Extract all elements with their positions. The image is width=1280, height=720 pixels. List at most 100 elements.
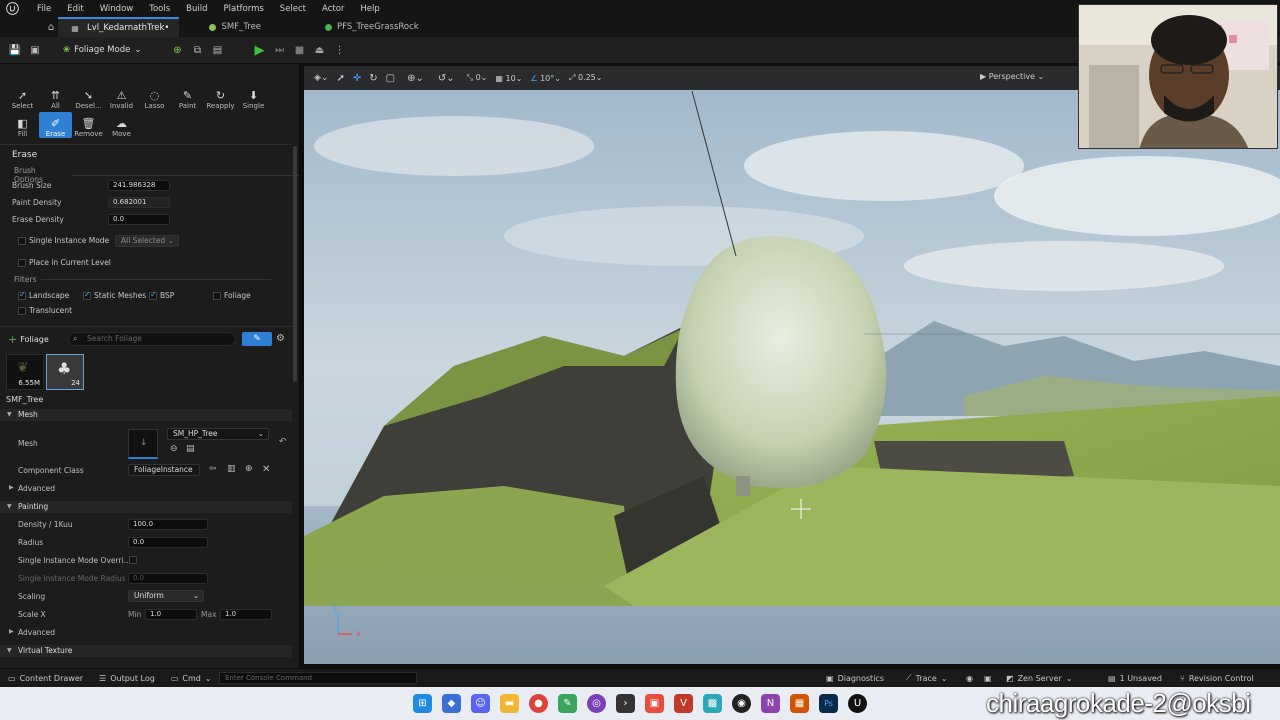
snapshot-button[interactable]: ▣	[976, 669, 1000, 688]
filter-static-meshes-checkbox[interactable]	[83, 290, 91, 300]
tool-single[interactable]: ⬇ Single	[237, 84, 270, 111]
step-icon[interactable]: ⏭	[272, 43, 286, 57]
windows-start-icon[interactable]: ⊞	[413, 694, 432, 713]
advanced-painting-row[interactable]: ▶ Advanced	[9, 628, 55, 637]
rotation-snap[interactable]: ∠ 10°⌄	[530, 74, 561, 83]
cinematics-icon[interactable]: ▤	[210, 43, 224, 57]
tool-erase[interactable]: ✐ Erase	[39, 112, 72, 138]
unsaved-button[interactable]: ▤ 1 Unsaved	[1100, 669, 1170, 688]
perspective-dropdown[interactable]: ▶ Perspective ⌄	[980, 72, 1044, 81]
foliage-thumb-tree[interactable]: ♣ 24	[46, 354, 84, 390]
paint-toggle-button[interactable]: ✎	[242, 332, 272, 346]
reset-arrow-icon[interactable]: ↶	[279, 437, 287, 447]
paint-density-input[interactable]: 0.682001	[108, 197, 170, 208]
surface-snap-icon[interactable]: ↺⌄	[438, 73, 455, 84]
snap-value[interactable]: ⤡ 0⌄	[467, 73, 488, 83]
scale-icon[interactable]: ▢	[386, 73, 395, 84]
rotate-icon[interactable]: ↻	[369, 73, 377, 84]
arrow-back-icon[interactable]: ⇦	[209, 464, 217, 474]
tool-paint[interactable]: ✎ Paint	[171, 84, 204, 111]
folder-icon[interactable]: ▬	[500, 694, 519, 713]
category-virtual-texture[interactable]: ▼ Virtual Texture	[0, 645, 292, 657]
blueprint-icon[interactable]: ⧉	[190, 43, 204, 57]
component-class-dropdown[interactable]: FoliageInstance	[128, 464, 200, 476]
foliage-thumb-grass[interactable]: ❦ 6.55M	[6, 354, 44, 390]
category-mesh[interactable]: ▼ Mesh	[0, 409, 292, 421]
visual-studio-icon[interactable]: N	[761, 694, 780, 713]
play-icon[interactable]: ▶	[252, 43, 266, 58]
github-icon[interactable]: ◎	[587, 694, 606, 713]
single-instance-dropdown[interactable]: All Selected ⌄	[115, 235, 179, 247]
tool-deselect[interactable]: ➘ Desel...	[72, 84, 105, 111]
category-painting[interactable]: ▼ Painting	[0, 501, 292, 513]
tab-level[interactable]: ▦ Lvl_KedarnathTrek•	[58, 17, 180, 37]
content-icon[interactable]: ▣	[28, 43, 42, 57]
tab-smf-tree[interactable]: SMF_Tree	[199, 17, 271, 37]
cmd-dropdown[interactable]: ▭ Cmd ⌄	[163, 669, 220, 688]
search-foliage-input[interactable]: ⌕ Search Foliage	[68, 332, 236, 346]
menu-file[interactable]: File	[29, 4, 59, 14]
obs-icon[interactable]: ◉	[732, 694, 751, 713]
tool-invalid[interactable]: ⚠ Invalid	[105, 84, 138, 111]
menu-platforms[interactable]: Platforms	[216, 4, 272, 14]
app-icon-red[interactable]: ▣	[645, 694, 664, 713]
tool-lasso[interactable]: ◌ Lasso	[138, 84, 171, 111]
filter-bsp-checkbox[interactable]	[149, 290, 157, 300]
brush-size-input[interactable]: 241.986328	[108, 180, 170, 191]
use-selected-icon[interactable]: ▤	[186, 444, 195, 454]
scale-snap[interactable]: ⤢ 0.25⌄	[569, 73, 602, 83]
app-icon-photos[interactable]: ▦	[790, 694, 809, 713]
menu-build[interactable]: Build	[178, 4, 215, 14]
trace-dropdown[interactable]: ⟋ Trace ⌄	[898, 669, 956, 688]
diagnostics-button[interactable]: ▣ Diagnostics	[818, 669, 892, 688]
panel-scrollbar[interactable]	[293, 146, 297, 382]
settings-gear-icon[interactable]: ⚙	[276, 333, 285, 344]
advanced-mesh-row[interactable]: ▶ Advanced	[9, 484, 55, 493]
app-icon-blue[interactable]: ▩	[703, 694, 722, 713]
radius-input[interactable]: 0.0	[128, 537, 208, 548]
app-icon-1[interactable]: ◆	[442, 694, 461, 713]
filter-translucent-checkbox[interactable]	[18, 307, 26, 315]
tool-all[interactable]: ⇈ All	[39, 84, 72, 111]
stop-icon[interactable]: ■	[292, 43, 306, 57]
mesh-dropdown[interactable]: SM_HP_Tree ⌄	[167, 428, 269, 440]
scale-x-min-input[interactable]: 1.0	[145, 609, 197, 620]
add-actor-icon[interactable]: ⊕	[170, 43, 184, 57]
eject-icon[interactable]: ⏏	[312, 43, 326, 57]
app-icon-ue-red[interactable]: V	[674, 694, 693, 713]
scaling-dropdown[interactable]: Uniform ⌄	[128, 590, 204, 602]
add-foliage-button[interactable]: + Foliage	[8, 332, 49, 346]
revision-control-button[interactable]: ⑂ Revision Control	[1172, 669, 1262, 688]
place-current-level-checkbox[interactable]	[18, 259, 26, 267]
tool-select[interactable]: ➚ Select	[6, 84, 39, 111]
menu-select[interactable]: Select	[272, 4, 314, 14]
more-options-icon[interactable]: ⋮	[332, 43, 346, 57]
zen-server-dropdown[interactable]: ◩ Zen Server ⌄	[998, 669, 1081, 688]
tool-fill[interactable]: ◧ Fill	[6, 112, 39, 139]
grid-snap[interactable]: ▦ 10⌄	[495, 74, 522, 83]
single-instance-checkbox[interactable]	[18, 237, 26, 245]
console-input[interactable]: Enter Console Command	[219, 672, 417, 684]
unreal-logo-icon[interactable]	[4, 0, 21, 17]
filter-landscape-checkbox[interactable]	[18, 290, 26, 300]
menu-actor[interactable]: Actor	[314, 4, 352, 14]
photoshop-icon[interactable]: Ps	[819, 694, 838, 713]
output-log-button[interactable]: ☰ Output Log	[91, 669, 163, 688]
translate-icon[interactable]: ✛	[353, 73, 361, 84]
menu-tools[interactable]: Tools	[141, 4, 178, 14]
erase-density-input[interactable]: 0.0	[108, 214, 170, 225]
select-mode-icon[interactable]: ➚	[336, 73, 344, 84]
browse-icon[interactable]: ⊖	[170, 444, 178, 454]
menu-help[interactable]: Help	[352, 4, 387, 14]
chrome-icon[interactable]: ●	[529, 694, 548, 713]
density-input[interactable]: 100.0	[128, 519, 208, 530]
mode-dropdown[interactable]: ❀ Foliage Mode ⌄	[58, 41, 146, 59]
discord-icon[interactable]: ☺	[471, 694, 490, 713]
content-drawer-button[interactable]: ▭ Content Drawer	[0, 669, 91, 688]
terminal-app-icon[interactable]: ›	[616, 694, 635, 713]
world-icon[interactable]: ⊕⌄	[407, 73, 424, 84]
add-icon[interactable]: ⊕	[245, 464, 253, 474]
tool-reapply[interactable]: ↻ Reapply	[204, 84, 237, 111]
home-icon[interactable]: ⌂	[44, 20, 58, 34]
browse-folder-icon[interactable]: ▥	[227, 464, 236, 474]
